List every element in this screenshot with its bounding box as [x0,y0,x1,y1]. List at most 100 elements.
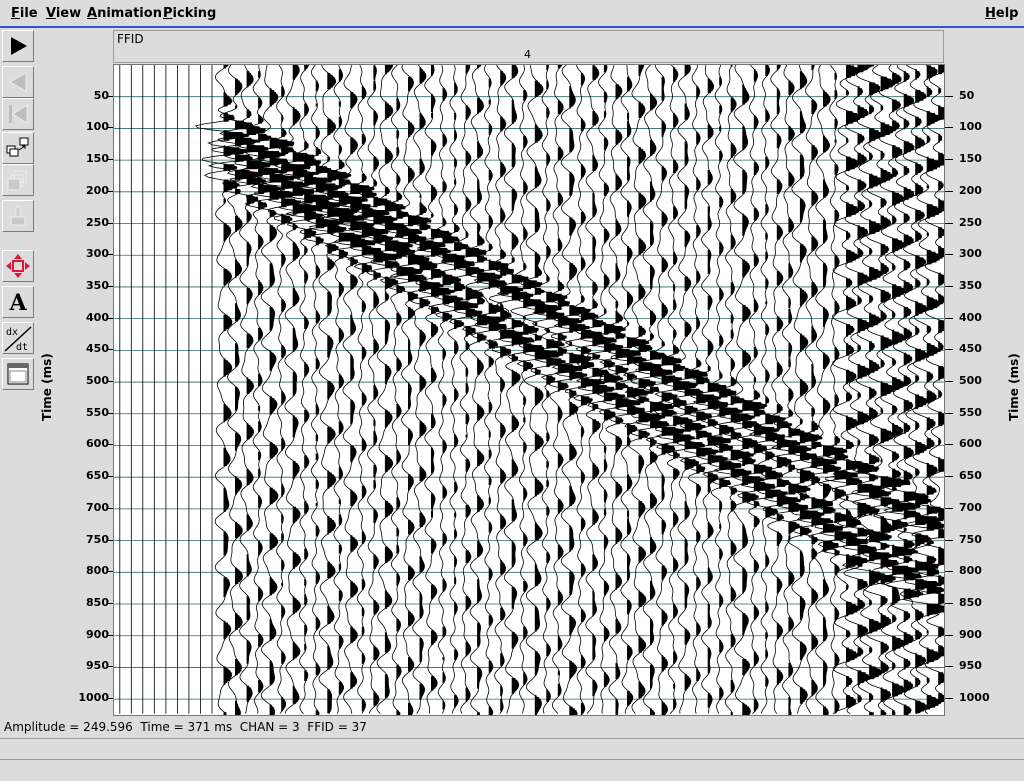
seismic-traces[interactable] [114,65,944,715]
tick-mark [945,666,953,668]
tick-label: 800 [86,564,109,578]
window-arrange-button[interactable] [2,132,34,164]
tick-mark [945,571,953,573]
tick-label: 150 [959,152,982,166]
trace-wiggle [194,65,250,715]
tick-label: 200 [959,183,982,197]
seismic-trace [389,65,446,714]
window-stack-button[interactable] [2,164,34,196]
trace-wiggle [354,65,414,714]
trace-wiggle [473,65,524,714]
tick-label: 300 [959,247,982,261]
tick-label: 850 [86,596,109,610]
dxdt-icon: dx dt [4,326,32,353]
tick-label: 950 [86,659,109,673]
tick-label: 150 [86,152,109,166]
seismic-trace [532,65,583,714]
tick-label: 700 [959,500,982,514]
trace-fill [534,80,563,715]
tick-mark [945,254,953,256]
tick-mark [945,412,953,414]
window-panel-button[interactable] [2,358,34,390]
seismic-trace [194,65,250,715]
tick-label: 950 [959,659,982,673]
tick-label: 600 [959,437,982,451]
status-row-1 [0,738,1024,758]
tick-label: 450 [86,342,109,356]
tick-mark [945,222,953,224]
trace-wiggle [417,65,466,714]
tick-label: 250 [86,215,109,229]
tick-label: 200 [86,183,109,197]
tick-label: 400 [86,310,109,324]
seismic-trace-plot[interactable] [113,64,945,716]
menu-help[interactable]: Help [985,6,1018,21]
trace-wiggle [389,65,446,714]
status-bar: Amplitude = 249.596 Time = 371 ms CHAN =… [0,716,1024,781]
left-axis-title: Time (ms) [40,353,54,421]
tick-label: 100 [86,120,109,134]
tick-label: 700 [86,500,109,514]
step-back-icon [8,72,27,92]
status-row-2 [0,759,1024,779]
trace-fill [327,73,358,714]
ffid-header: FFID 4 [113,30,944,63]
window-panel-icon [7,363,29,385]
tick-label: 100 [959,120,982,134]
pick-tool-button[interactable] [2,200,34,232]
tick-label: 450 [959,342,982,356]
rewind-button[interactable] [2,98,34,130]
tick-mark [945,698,953,700]
play-button[interactable] [2,30,34,62]
ffid-value: 4 [524,48,531,61]
svg-text:dt: dt [16,342,28,353]
trace-wiggle [790,65,838,714]
trace-fill [488,78,508,715]
right-axis-title: Time (ms) [1007,353,1021,421]
text-annotation-icon: A [8,290,27,315]
tick-label: 900 [959,627,982,641]
trace-fill [627,76,651,706]
right-time-axis: Time (ms) 50 100 150 200 250 300 350 400 450 500 5… [945,64,1024,716]
status-readout: Amplitude = 249.596 Time = 371 ms CHAN =… [4,720,367,734]
seismic-trace [730,65,780,714]
svg-text:dx: dx [6,327,18,338]
step-back-button[interactable] [2,66,34,98]
menu-bar: File View Animation Picking Help [0,0,1024,28]
menu-picking[interactable]: Picking [163,6,216,21]
text-annotation-button[interactable]: A [2,286,34,318]
toolbar: A dx dt [0,30,38,716]
menu-view[interactable]: View [46,6,81,21]
tick-label: 800 [959,564,982,578]
rewind-icon [9,104,28,124]
tick-mark [945,507,953,509]
left-time-axis: Time (ms) 50 100 150 200 250 300 350 400 450 500 5… [38,64,113,716]
tick-label: 1000 [959,691,990,705]
tick-label: 400 [959,310,982,324]
trace-wiggle [441,65,487,714]
tick-label: 900 [86,627,109,641]
tick-label: 550 [959,405,982,419]
trace-fill [350,92,375,689]
move-button[interactable] [2,250,34,282]
svg-text:A: A [8,290,27,315]
menu-file[interactable]: File [11,6,38,21]
menu-animation[interactable]: Animation [87,6,162,21]
tick-mark [945,349,953,351]
window-stack-icon [7,170,27,191]
seismic-trace [452,65,506,715]
trace-wiggle [409,65,456,714]
tick-label: 50 [959,88,975,102]
seismic-trace [384,65,432,715]
trace-fill [442,88,465,710]
tick-label: 500 [959,374,982,388]
tick-mark [945,285,953,287]
tick-mark [945,444,953,446]
tick-mark [945,95,953,97]
tick-label: 650 [959,469,982,483]
tick-label: 50 [93,88,109,102]
dxdt-button[interactable]: dx dt [2,322,34,354]
tick-mark [945,603,953,605]
tick-mark [945,381,953,383]
seismic-trace [347,65,403,714]
